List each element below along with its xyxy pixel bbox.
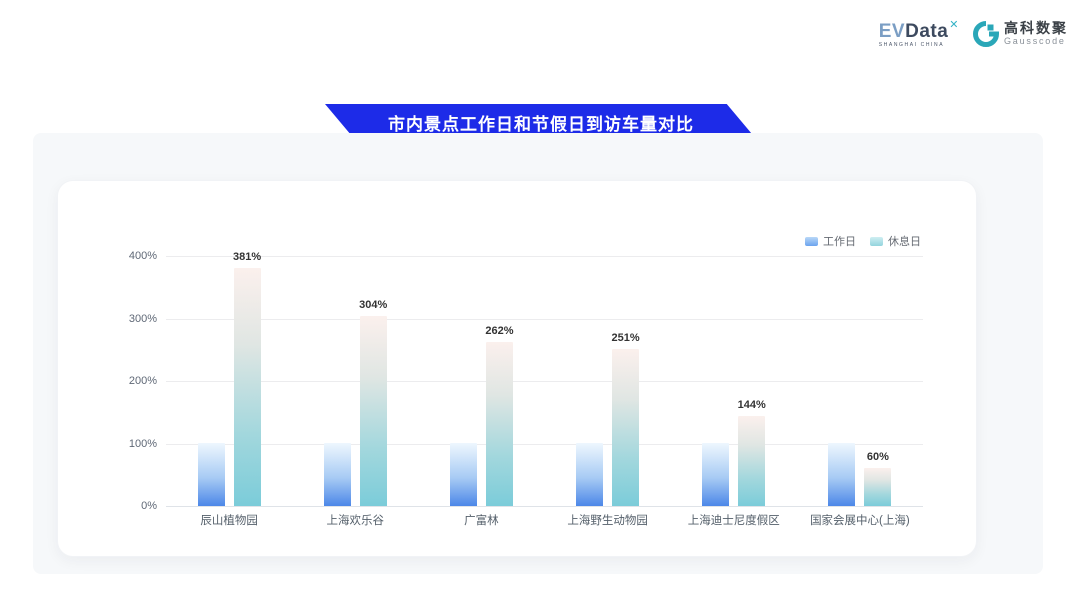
bar-value-label: 381% [233,251,261,263]
x-category-label: 广富林 [418,512,544,528]
bar-group: 262% [418,256,544,506]
bar-workday [702,443,729,506]
page-title: 市内景点工作日和节假日到访车量对比 [388,110,694,135]
bar-workday [324,443,351,506]
bar-workday [576,443,603,506]
bar-group: 60% [797,256,923,506]
x-category-label: 辰山植物园 [166,512,292,528]
bar-restday [612,349,639,506]
bar-value-label: 262% [485,325,513,337]
bar-with-label: 144% [738,416,765,506]
bar-workday [828,443,855,506]
bar-workday [450,443,477,506]
bar-group: 304% [292,256,418,506]
legend-swatch-icon [805,237,818,246]
legend-item-休息日[interactable]: 休息日 [870,233,921,249]
bar-restday [360,316,387,506]
y-tick-label: 400% [62,250,157,262]
y-tick-label: 100% [62,438,157,450]
bar-value-label: 304% [359,299,387,311]
plot-area: 0%100%200%300%400%381%304%262%251%144%60… [166,256,923,506]
evdata-logo: EVData✕ SHANGHAI CHINA [879,20,959,48]
x-category-label: 国家会展中心(上海) [797,512,923,528]
bar-with-label: 60% [864,468,891,506]
bar-with-label: 262% [486,342,513,506]
evdata-logo-text: EVData✕ [879,20,959,41]
gausscode-g-icon [973,21,999,47]
bar-restday [864,468,891,506]
y-tick-label: 300% [62,313,157,325]
chart-card: 工作日 休息日 0% 100% 200% 300% 400% 381% 304% 262% 251… [57,180,977,557]
x-category-label: 上海欢乐谷 [292,512,418,528]
evdata-subtext: SHANGHAI CHINA [879,43,959,48]
x-category-label: 上海迪士尼度假区 [671,512,797,528]
bar-with-label: 251% [612,349,639,506]
gausscode-cn-text: 高科数聚 [1004,21,1068,36]
x-category-label: 上海野生动物园 [545,512,671,528]
bar-value-label: 60% [867,451,889,463]
bar-restday [234,268,261,506]
gausscode-en-text: Gausscode [1004,37,1068,47]
y-tick-label: 0% [62,500,157,512]
x-axis-line [166,506,923,507]
bar-value-label: 251% [612,332,640,344]
evdata-x-icon: ✕ [949,19,959,31]
legend: 工作日 休息日 [805,233,921,249]
header-logos: EVData✕ SHANGHAI CHINA 高科数聚 Gausscode [879,20,1068,48]
legend-swatch-icon [870,237,883,246]
bar-workday [198,443,225,506]
legend-label: 休息日 [888,233,921,249]
bar-group: 144% [671,256,797,506]
evdata-ev-text: EV [879,21,905,42]
evdata-data-text: Data [905,21,948,42]
bar-restday [738,416,765,506]
legend-label: 工作日 [823,233,856,249]
bar-with-label: 304% [360,316,387,506]
bar-with-label: 381% [234,268,261,506]
bar-group: 381% [166,256,292,506]
legend-item-工作日[interactable]: 工作日 [805,233,856,249]
gausscode-logo: 高科数聚 Gausscode [973,21,1068,47]
x-axis-labels: 辰山植物园上海欢乐谷广富林上海野生动物园上海迪士尼度假区国家会展中心(上海) [166,512,923,528]
bar-restday [486,342,513,506]
bar-group: 251% [545,256,671,506]
bar-value-label: 144% [738,399,766,411]
y-tick-label: 200% [62,375,157,387]
